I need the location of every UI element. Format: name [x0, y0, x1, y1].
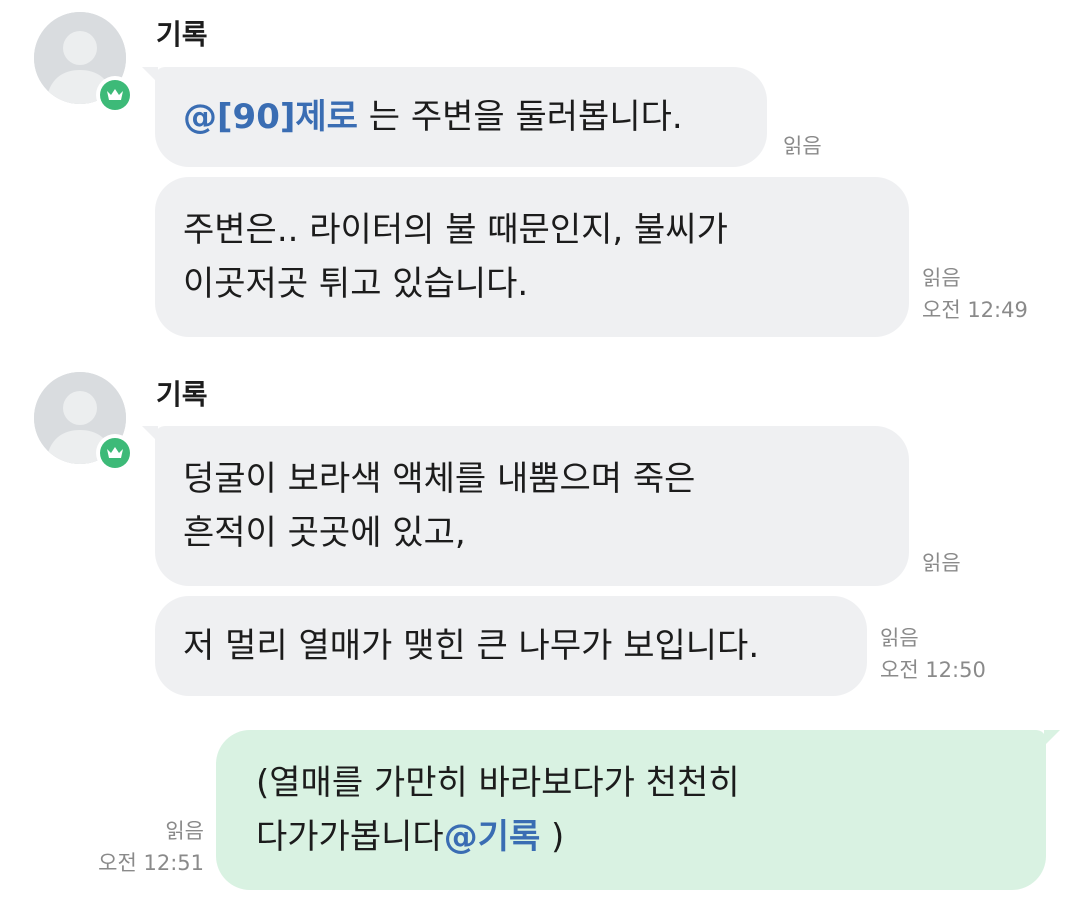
timestamp: 오전 12:51 [98, 851, 204, 875]
timestamp: 오전 12:50 [880, 658, 986, 682]
crown-icon [107, 89, 123, 100]
message-text: 다가가봅니다 [256, 817, 444, 857]
message-bubble[interactable]: 주변은.. 라이터의 불 때문인지, 불씨가 이곳저곳 튀고 있습니다. [155, 177, 909, 337]
read-status: 읽음 [922, 266, 961, 290]
read-status: 읽음 [165, 819, 204, 843]
message-text: 이곳저곳 튀고 있습니다. [183, 264, 529, 304]
mention-link[interactable]: @기록 [444, 817, 541, 857]
message-meta: 읽음 오전 12:50 [880, 622, 986, 686]
message-text: 주변은.. 라이터의 불 때문인지, 불씨가 [183, 210, 728, 250]
message-bubble[interactable]: 저 멀리 열매가 맺힌 큰 나무가 보입니다. [155, 596, 867, 696]
message-text: ) [540, 817, 565, 857]
my-message-bubble[interactable]: (열매를 가만히 바라보다가 천천히 다가가봅니다@기록 ) [216, 730, 1046, 890]
sender-name: 기록 [156, 378, 208, 411]
message-text: 는 주변을 둘러봅니다. [357, 97, 683, 137]
read-status: 읽음 [783, 134, 822, 158]
message-meta: 읽음 오전 12:51 [92, 815, 204, 879]
crown-badge [96, 76, 134, 114]
message-meta: 읽음 [783, 130, 822, 162]
timestamp: 오전 12:49 [922, 298, 1028, 322]
message-bubble[interactable]: @[90]제로 는 주변을 둘러봅니다. [155, 67, 767, 167]
message-text: 저 멀리 열매가 맺힌 큰 나무가 보입니다. [183, 626, 760, 666]
sender-name: 기록 [156, 18, 208, 51]
message-text: (열매를 가만히 바라보다가 천천히 [256, 763, 740, 803]
crown-icon [107, 447, 123, 458]
message-text: 덩굴이 보라색 액체를 내뿜으며 죽은 [183, 459, 696, 499]
message-text: 흔적이 곳곳에 있고, [183, 513, 466, 553]
read-status: 읽음 [922, 551, 961, 575]
chat-view: 기록 @[90]제로 는 주변을 둘러봅니다. 읽음 주변은.. 라이터의 불 … [0, 0, 1079, 907]
read-status: 읽음 [880, 626, 919, 650]
mention-link[interactable]: @[90]제로 [183, 97, 358, 137]
message-meta: 읽음 오전 12:49 [922, 262, 1028, 326]
message-meta: 읽음 [922, 547, 961, 579]
bubble-tail [1044, 730, 1060, 746]
message-bubble[interactable]: 덩굴이 보라색 액체를 내뿜으며 죽은 흔적이 곳곳에 있고, [155, 426, 909, 586]
crown-badge [96, 434, 134, 472]
